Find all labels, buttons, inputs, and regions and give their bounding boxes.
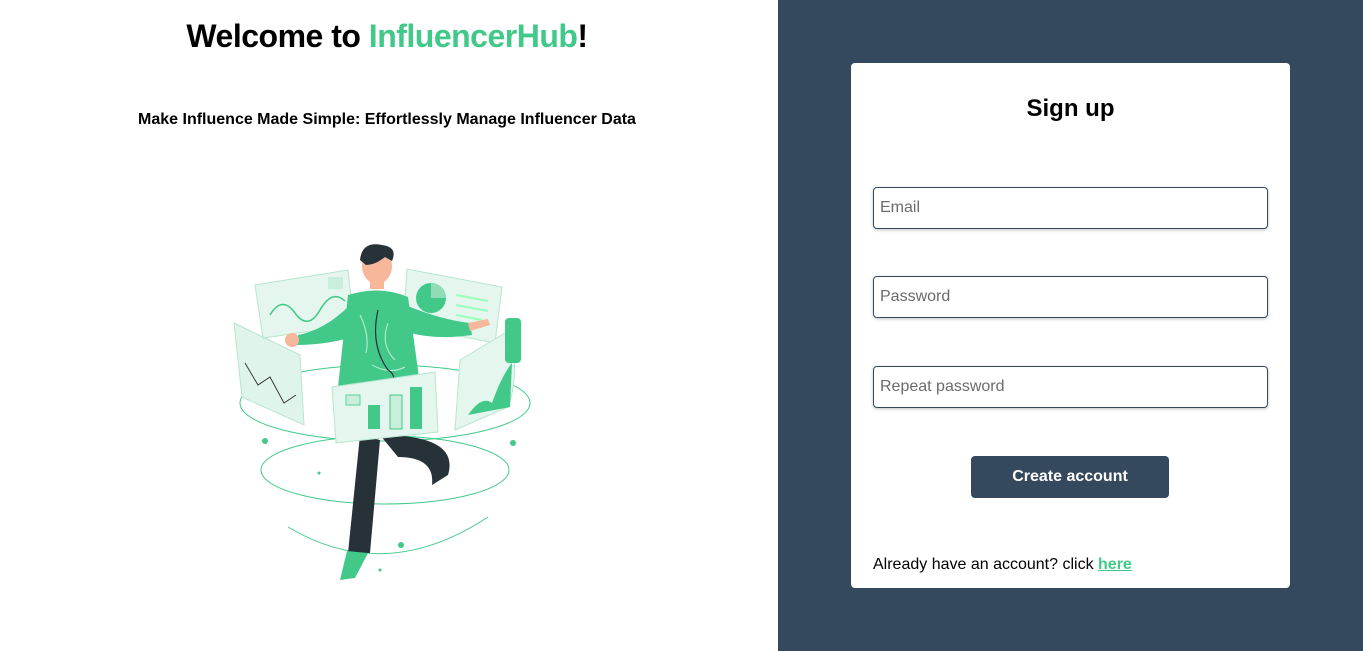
email-input[interactable] (873, 187, 1268, 229)
illustration-ring-bottom (287, 516, 489, 555)
tagline: Make Influence Made Simple: Effortlessly… (138, 111, 636, 128)
login-prompt-text: Already have an account? click (873, 556, 1099, 573)
login-prompt: Already have an account? click here (873, 556, 1132, 574)
login-link[interactable]: here (1098, 556, 1132, 573)
welcome-suffix: ! (577, 18, 588, 54)
hero-panel: Welcome to InfluencerHub! Make Influence… (0, 0, 778, 651)
dashboard-illustration (233, 244, 531, 580)
signup-card: Sign up Create account Already have an a… (851, 63, 1290, 588)
create-account-button[interactable]: Create account (971, 456, 1169, 498)
welcome-prefix: Welcome to (186, 18, 369, 54)
page-title: Welcome to InfluencerHub! (0, 18, 774, 55)
repeat-password-input[interactable] (873, 366, 1268, 408)
signup-title: Sign up (1026, 95, 1115, 122)
illustration-person-shirt (338, 290, 420, 387)
password-input[interactable] (873, 276, 1268, 318)
illustration-ring-middle (260, 435, 510, 505)
brand-name: InfluencerHub (368, 18, 578, 54)
